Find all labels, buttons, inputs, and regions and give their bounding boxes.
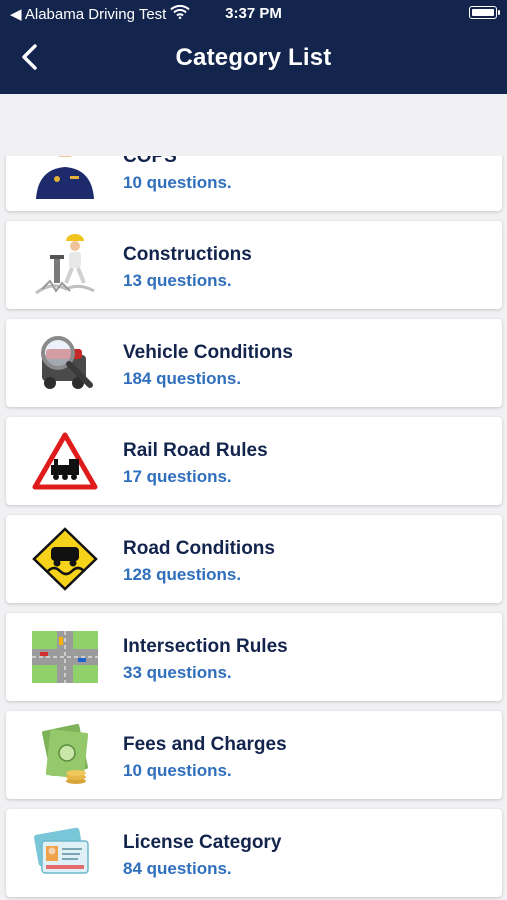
category-card-license-category[interactable]: License Category 84 questions. [6,809,502,897]
category-count: 84 questions. [123,859,232,878]
category-name: Fees and Charges [123,734,287,755]
status-time: 3:37 PM [225,5,282,22]
category-count: 128 questions. [123,565,242,584]
engine-magnifier-icon [32,331,98,395]
railroad-crossing-sign-icon [32,429,98,493]
category-name: Road Conditions [123,538,275,559]
status-bar: ◀ Alabama Driving Test 3:37 PM [0,0,507,28]
category-card-intersection-rules[interactable]: Intersection Rules 33 questions. [6,613,502,701]
category-count: 10 questions. [123,761,232,780]
nav-header: ◀ Alabama Driving Test 3:37 PM Category … [0,0,507,94]
slippery-road-sign-icon [32,527,98,591]
category-name: Constructions [123,244,252,265]
category-count: 13 questions. [123,271,232,290]
category-count: 33 questions. [123,663,232,682]
intersection-map-icon [32,625,98,689]
battery-icon [469,6,500,19]
category-count: 184 questions. [123,369,242,388]
category-card-rail-road-rules[interactable]: Rail Road Rules 17 questions. [6,417,502,505]
category-card-vehicle-conditions[interactable]: Vehicle Conditions 184 questions. [6,319,502,407]
page-title: Category List [175,44,332,71]
category-name: COPS [123,156,177,167]
category-card-fees-and-charges[interactable]: Fees and Charges 10 questions. [6,711,502,799]
category-count: 17 questions. [123,467,232,486]
category-name: Vehicle Conditions [123,342,293,363]
category-card-constructions[interactable]: Constructions 13 questions. [6,221,502,309]
construction-worker-icon [32,233,98,297]
category-list[interactable]: COPS 10 questions. Constructions 13 ques… [0,156,507,900]
police-officer-icon [32,156,98,199]
driver-license-cards-icon [32,821,98,885]
category-card-road-conditions[interactable]: Road Conditions 128 questions. [6,515,502,603]
category-count: 10 questions. [123,173,232,192]
category-name: Rail Road Rules [123,440,268,461]
category-card-cops[interactable]: COPS 10 questions. [6,156,502,211]
category-name: License Category [123,832,282,853]
money-bills-icon [32,723,98,787]
category-name: Intersection Rules [123,636,288,657]
